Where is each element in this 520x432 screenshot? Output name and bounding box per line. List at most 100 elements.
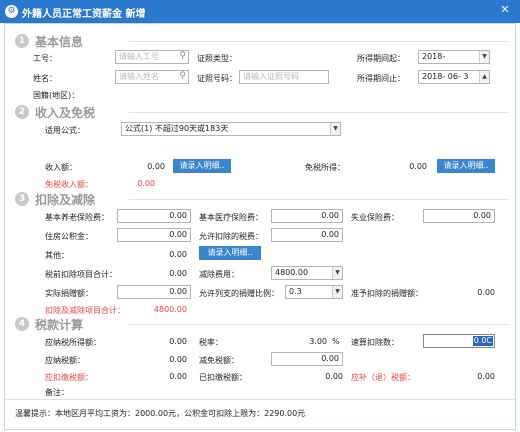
payable-value: 0.00 xyxy=(169,355,187,364)
period-end-select[interactable]: 2018- 06- 3 ▲ xyxy=(418,70,490,84)
allowed-tax-input[interactable]: 0.00 xyxy=(271,228,343,242)
donation-ratio-label: 允许列支的捐赠比例： xyxy=(199,289,279,298)
section-number: 1 xyxy=(15,34,29,48)
taxable-income-label: 免税收入额： xyxy=(45,180,93,189)
medical-label: 基本医疗保险费： xyxy=(199,213,263,222)
gear-icon: ⚙ xyxy=(5,5,18,18)
exempt-value: 0.00 xyxy=(409,162,427,171)
quick-deduct-label: 速算扣除数： xyxy=(351,338,399,347)
taxable-amount-value: 0.00 xyxy=(169,337,187,346)
donation-ratio-value: 0.3 xyxy=(289,287,302,296)
tax-rate-unit: % xyxy=(332,337,340,346)
allowed-tax-label: 允许扣除的税费： xyxy=(199,232,263,241)
period-start-value: 2018- xyxy=(422,52,446,61)
section-deduct-header: 3 扣除及减除 xyxy=(11,191,511,207)
medical-input[interactable]: 0.00 xyxy=(271,209,343,223)
pension-label: 基本养老保险费： xyxy=(45,213,109,222)
tax-rate-label: 税率： xyxy=(199,338,223,347)
tax-rate-value: 3.00 xyxy=(309,337,327,346)
quick-deduct-input[interactable]: 0.0C xyxy=(423,334,495,348)
section-title: 税款计算 xyxy=(35,318,84,332)
section-number: 2 xyxy=(15,105,29,119)
section-number: 3 xyxy=(15,192,29,206)
donation-input[interactable]: 0.00 xyxy=(117,285,191,299)
housing-fund-input[interactable]: 0.00 xyxy=(117,228,191,242)
period-start-select[interactable]: 2018- ▼ xyxy=(418,50,490,64)
deduct-total-value: 4800.00 xyxy=(153,305,187,314)
taxable-income-value: 0.00 xyxy=(137,179,155,188)
period-end-value: 2018- 06- 3 xyxy=(422,72,469,81)
other-label: 其他： xyxy=(45,251,69,260)
withheld-label: 已扣缴税额： xyxy=(199,373,247,382)
id-no-placeholder: 请输入证照号码 xyxy=(243,72,299,81)
donation-label: 实际捐赠额： xyxy=(45,289,93,298)
emp-id-label: 工号： xyxy=(33,54,57,63)
relief-input[interactable]: 0.00 xyxy=(271,352,343,366)
section-title: 基本信息 xyxy=(35,35,84,49)
section-divider xyxy=(129,199,509,200)
window-title: 外籍人员正常工资薪金 新增 xyxy=(22,9,146,20)
allowed-donation-label: 准予扣除的捐赠额： xyxy=(351,289,423,298)
quick-deduct-value: 0.0C xyxy=(472,336,493,346)
footer-divider xyxy=(5,399,515,400)
id-no-label: 证照号码： xyxy=(197,74,237,83)
dropdown-arrow-icon[interactable]: ▼ xyxy=(332,286,342,298)
name-label: 姓名： xyxy=(33,74,57,83)
section-divider xyxy=(129,112,509,113)
income-value: 0.00 xyxy=(147,162,165,171)
withheld-value: 0.00 xyxy=(325,372,343,381)
section-divider xyxy=(129,324,509,325)
section-number: 4 xyxy=(15,317,29,331)
unemployment-label: 失业保险费： xyxy=(351,213,399,222)
other-detail-button[interactable]: 请录入明细.. xyxy=(199,246,261,260)
section-income-header: 2 收入及免税 xyxy=(11,104,511,120)
reduction-label: 减除费用： xyxy=(199,270,239,279)
payable-label: 应纳税额： xyxy=(45,356,85,365)
dropdown-arrow-icon[interactable]: ▼ xyxy=(479,51,489,63)
donation-ratio-select[interactable]: 0.3 ▼ xyxy=(285,285,343,299)
period-start-label: 所得期间起： xyxy=(357,54,405,63)
deduct-total-label: 扣除及减除项目合计： xyxy=(45,306,125,315)
period-end-label: 所得期间止： xyxy=(357,74,405,83)
formula-select[interactable]: 公式(1) 不超过90天或183天 ▼ xyxy=(121,122,341,136)
income-detail-button[interactable]: 请录入明细.. xyxy=(173,159,231,173)
close-icon[interactable]: ✕ xyxy=(498,3,512,17)
exempt-detail-button[interactable]: 请录入明细.. xyxy=(437,159,495,173)
section-basic-header: 1 基本信息 xyxy=(11,33,511,49)
spin-arrow-icon[interactable]: ▲ xyxy=(479,71,489,83)
nationality-label: 国籍(地区)： xyxy=(33,91,80,100)
hint-text: 温馨提示：本地区月平均工资为：2000.00元，公积金可扣除上限为：2290.0… xyxy=(15,409,306,418)
title-bar: ⚙ 外籍人员正常工资薪金 新增 ✕ xyxy=(0,0,520,23)
name-placeholder: 请输入姓名 xyxy=(119,72,159,81)
due-value: 0.00 xyxy=(169,372,187,381)
search-icon[interactable]: ⚲ xyxy=(179,50,186,62)
taxable-amount-label: 应纳税所得额： xyxy=(45,338,101,347)
exempt-label: 免税所得： xyxy=(305,163,345,172)
emp-id-input[interactable]: 请输入工号 ⚲ xyxy=(115,50,189,64)
section-tax-header: 4 税款计算 xyxy=(11,316,511,332)
section-title: 收入及免税 xyxy=(35,106,96,120)
reduction-select[interactable]: 4800.00 ▼ xyxy=(271,266,343,280)
reduction-value: 4800.00 xyxy=(275,268,309,277)
other-value: 0.00 xyxy=(169,250,187,259)
emp-id-placeholder: 请输入工号 xyxy=(119,52,159,61)
dropdown-arrow-icon[interactable]: ▼ xyxy=(332,267,342,279)
relief-label: 减免税额： xyxy=(199,356,239,365)
unemployment-input[interactable]: 0.00 xyxy=(423,209,495,223)
formula-value: 公式(1) 不超过90天或183天 xyxy=(125,124,229,133)
section-title: 扣除及减除 xyxy=(35,193,96,207)
name-input[interactable]: 请输入姓名 ⚲ xyxy=(115,70,189,84)
form-dialog: 1 基本信息 工号： 请输入工号 ⚲ 证照类型： 所得期间起： 2018- ▼ … xyxy=(4,23,516,430)
pretax-total-label: 税前扣除项目合计： xyxy=(45,270,117,279)
search-icon[interactable]: ⚲ xyxy=(179,70,186,82)
housing-fund-label: 住房公积金： xyxy=(45,232,93,241)
remark-label: 备注： xyxy=(45,388,69,397)
formula-label: 适用公式： xyxy=(45,126,85,135)
pension-input[interactable]: 0.00 xyxy=(117,209,191,223)
dropdown-arrow-icon[interactable]: ▼ xyxy=(330,123,340,135)
id-type-label: 证照类型： xyxy=(197,54,237,63)
allowed-donation-value: 0.00 xyxy=(477,288,495,297)
id-no-input[interactable]: 请输入证照号码 xyxy=(239,70,329,84)
due-label: 应扣缴税额： xyxy=(45,373,93,382)
section-divider xyxy=(129,41,509,42)
